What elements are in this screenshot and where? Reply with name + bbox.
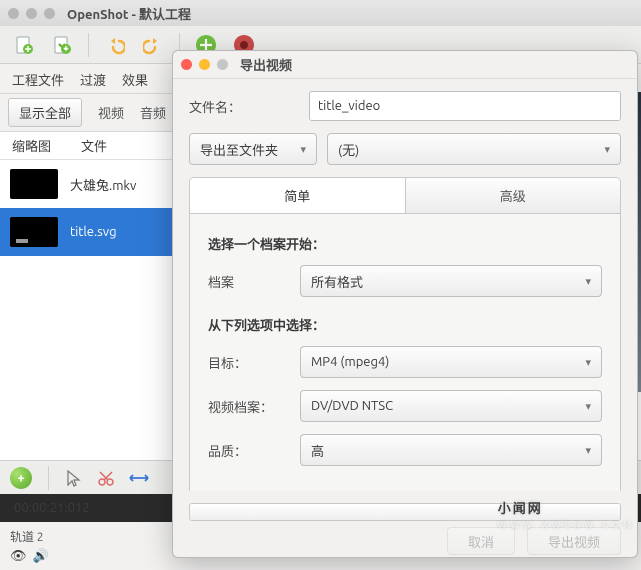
chevron-down-icon: ▾ xyxy=(604,143,610,156)
min-dot[interactable] xyxy=(26,8,37,19)
timecode: 00:00:21:012 xyxy=(14,501,90,515)
dialog-max-button[interactable] xyxy=(217,59,228,70)
window-title: OpenShot - 默认工程 xyxy=(67,4,191,23)
save-project-button[interactable] xyxy=(48,31,76,59)
export-button[interactable]: 导出视频 xyxy=(527,527,621,555)
filter-show-all[interactable]: 显示全部 xyxy=(8,98,82,127)
target-dropdown[interactable]: MP4 (mpeg4) ▾ xyxy=(300,346,602,378)
chevron-down-icon: ▾ xyxy=(585,400,591,413)
dialog-title: 导出视频 xyxy=(240,55,292,74)
add-track-button[interactable]: + xyxy=(10,467,32,489)
export-tabs: 简单 高级 xyxy=(189,177,621,214)
profile-value: 所有格式 xyxy=(311,272,363,291)
section-options-title: 从下列选项中选择： xyxy=(208,315,602,334)
chevron-down-icon: ▾ xyxy=(300,143,306,156)
col-thumbnail: 缩略图 xyxy=(12,136,51,155)
close-dot[interactable] xyxy=(8,8,19,19)
max-dot[interactable] xyxy=(44,8,55,19)
pointer-icon[interactable] xyxy=(65,469,83,487)
section-profile-title: 选择一个档案开始： xyxy=(208,234,602,253)
filter-audio[interactable]: 音频 xyxy=(132,99,174,126)
main-titlebar: OpenShot - 默认工程 xyxy=(0,0,641,26)
cancel-button[interactable]: 取消 xyxy=(447,527,515,555)
tab-simple[interactable]: 简单 xyxy=(190,178,405,213)
dialog-close-button[interactable] xyxy=(181,59,192,70)
export-destination-dropdown[interactable]: 导出至文件夹 ▾ xyxy=(189,133,317,165)
profile-dropdown[interactable]: 所有格式 ▾ xyxy=(300,265,602,297)
file-name: 大雄兔.mkv xyxy=(70,175,136,194)
export-folder-dropdown[interactable]: (无) ▾ xyxy=(327,133,621,165)
tab-effects[interactable]: 效果 xyxy=(122,70,148,89)
dialog-titlebar: 导出视频 xyxy=(173,51,637,79)
chevron-down-icon: ▾ xyxy=(585,444,591,457)
simple-panel: 选择一个档案开始： 档案 所有格式 ▾ 从下列选项中选择： 目标： MP4 (m… xyxy=(189,214,621,491)
video-profile-value: DV/DVD NTSC xyxy=(311,399,393,413)
export-progress xyxy=(189,503,621,521)
file-thumbnail xyxy=(10,217,58,247)
target-label: 目标： xyxy=(208,353,290,372)
dialog-footer: 取消 导出视频 xyxy=(173,521,637,557)
audio-icon[interactable]: 🔊 xyxy=(33,549,49,564)
file-thumbnail xyxy=(10,169,58,199)
file-name: title.svg xyxy=(70,225,117,239)
chevron-down-icon: ▾ xyxy=(585,275,591,288)
dialog-min-button[interactable] xyxy=(199,59,210,70)
undo-button[interactable] xyxy=(101,31,129,59)
new-project-button[interactable] xyxy=(10,31,38,59)
tab-transitions[interactable]: 过渡 xyxy=(80,70,106,89)
quality-label: 品质： xyxy=(208,441,290,460)
video-profile-dropdown[interactable]: DV/DVD NTSC ▾ xyxy=(300,390,602,422)
quality-dropdown[interactable]: 高 ▾ xyxy=(300,434,602,466)
quality-value: 高 xyxy=(311,441,324,460)
redo-button[interactable] xyxy=(139,31,167,59)
filename-label: 文件名： xyxy=(189,97,299,116)
window-controls[interactable] xyxy=(8,8,55,19)
dialog-window-controls[interactable] xyxy=(181,59,228,70)
cut-icon[interactable] xyxy=(97,469,115,487)
chevron-down-icon: ▾ xyxy=(585,356,591,369)
tab-advanced[interactable]: 高级 xyxy=(405,178,621,213)
export-destination-value: 导出至文件夹 xyxy=(200,140,278,159)
visibility-icon[interactable]: 👁 xyxy=(10,549,27,564)
filter-video[interactable]: 视频 xyxy=(90,99,132,126)
resize-icon[interactable] xyxy=(129,472,149,484)
export-folder-value: (无) xyxy=(338,140,359,159)
export-dialog: 导出视频 文件名： 导出至文件夹 ▾ (无) ▾ 简单 高级 选择一个档案开始：… xyxy=(172,50,638,558)
target-value: MP4 (mpeg4) xyxy=(311,355,389,369)
col-filename: 文件 xyxy=(81,136,107,155)
video-profile-label: 视频档案： xyxy=(208,397,290,416)
tab-project-files[interactable]: 工程文件 xyxy=(12,70,64,89)
filename-input[interactable] xyxy=(309,91,621,121)
profile-label: 档案 xyxy=(208,272,290,291)
